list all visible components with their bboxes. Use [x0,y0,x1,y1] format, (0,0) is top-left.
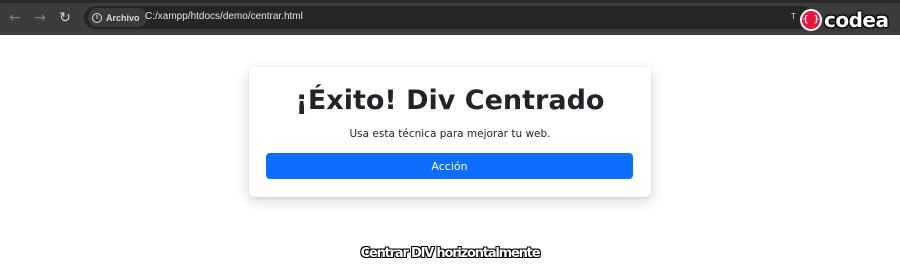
reload-button[interactable]: ↻ [56,9,74,27]
arrow-left-icon: ← [9,10,21,26]
card-text: Usa esta técnica para mejorar tu web. [349,128,551,140]
arrow-right-icon: → [34,10,46,26]
curly-braces-icon: { } [800,8,822,31]
browser-toolbar: ← → ↻ i Archivo C:/xampp/htdocs/demo/cen… [0,0,900,35]
toolbar-glyph: T [791,12,796,21]
card-title: ¡Éxito! Div Centrado [295,85,605,116]
centered-card: ¡Éxito! Div Centrado Usa esta técnica pa… [249,67,651,197]
back-button[interactable]: ← [6,9,24,27]
reload-icon: ↻ [59,10,71,26]
logo-text: codea [824,7,889,32]
info-icon: i [92,12,102,23]
site-info-chip[interactable]: i Archivo [88,8,147,27]
forward-button[interactable]: → [31,9,49,27]
site-info-label: Archivo [106,12,140,23]
address-bar[interactable]: i Archivo C:/xampp/htdocs/demo/centrar.h… [84,6,814,29]
tab-strip-edge [0,0,900,3]
url-text[interactable]: C:/xampp/htdocs/demo/centrar.html [145,11,303,22]
action-button[interactable]: Acción [266,153,633,179]
codea-logo: { } codea [800,7,894,32]
video-caption: Centrar DIV horizontalmente [360,246,541,261]
